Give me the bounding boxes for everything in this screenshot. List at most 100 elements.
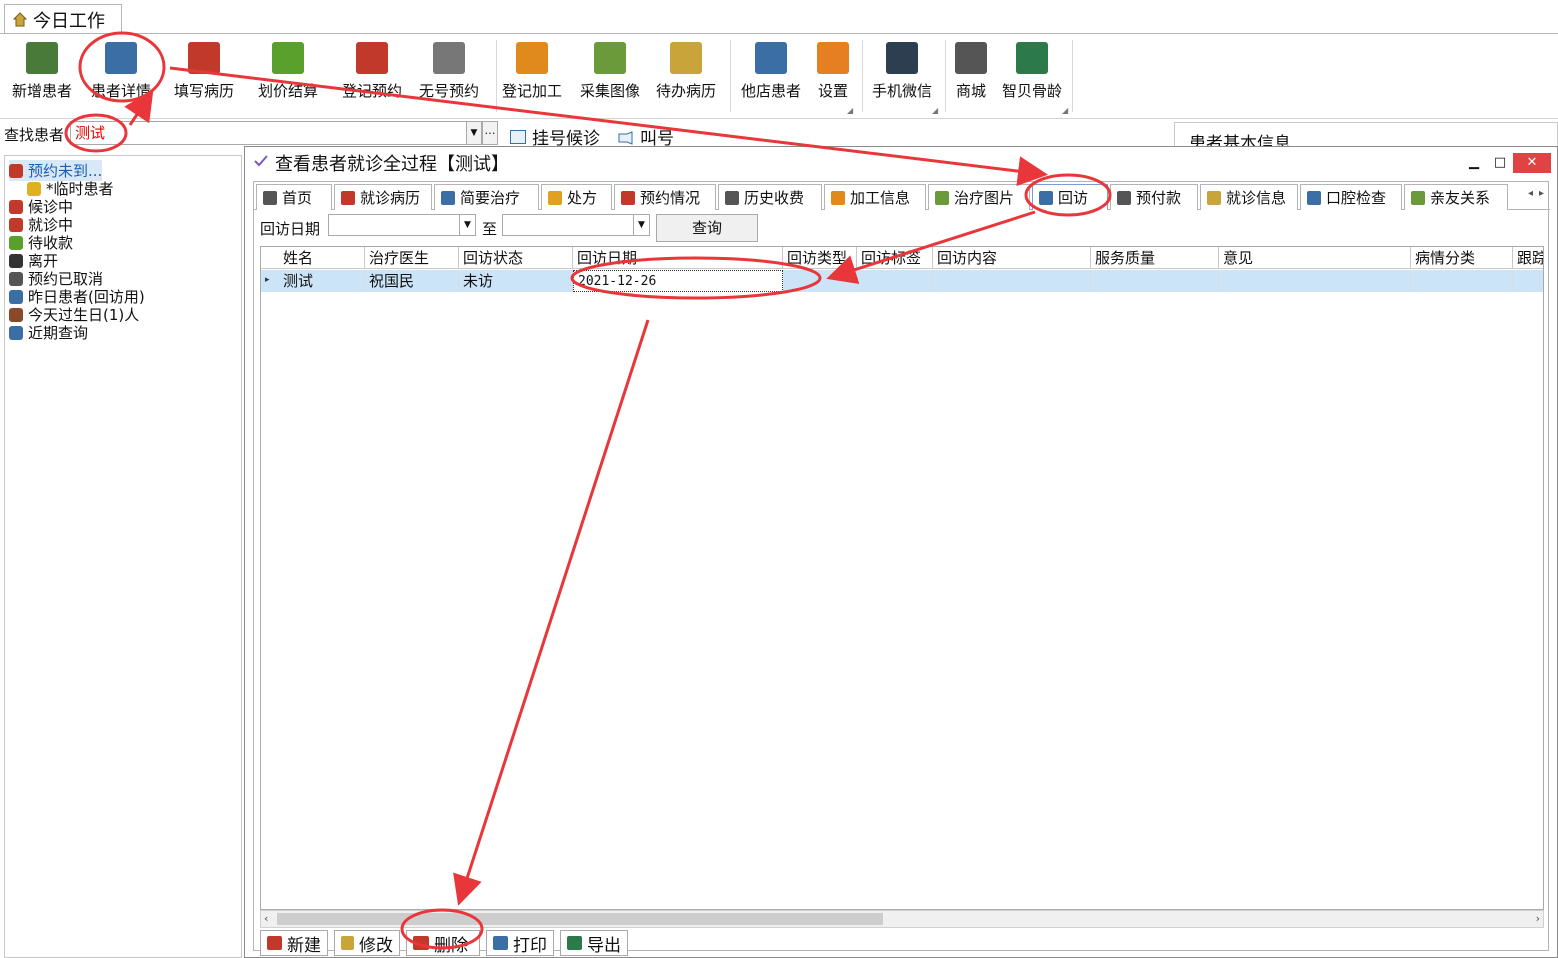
calendar-cancel-icon <box>9 271 23 286</box>
maximize-button[interactable]: □ <box>1487 153 1513 173</box>
tab-3[interactable]: 处方 <box>541 184 612 210</box>
ribbon-button-7[interactable]: 采集图像 <box>578 42 642 101</box>
chevron-down-icon[interactable]: ▼ <box>466 121 482 145</box>
in-treatment-icon <box>9 217 23 232</box>
chevron-down-icon[interactable]: ▼ <box>459 215 475 235</box>
ribbon-separator <box>945 40 946 112</box>
bottom-button-label: 打印 <box>513 935 547 956</box>
ribbon-button-1[interactable]: 患者详情 <box>88 42 154 101</box>
group-expander-icon[interactable]: ◢ <box>847 106 853 115</box>
scrollbar-thumb[interactable] <box>277 913 883 925</box>
scroll-right-icon[interactable]: › <box>1536 912 1540 925</box>
tab-label: 回访 <box>1058 189 1089 207</box>
table-cell[interactable]: 未访 <box>459 270 573 292</box>
tab-label: 历史收费 <box>744 189 805 207</box>
phone-icon <box>886 42 918 74</box>
tab-4[interactable]: 预约情况 <box>614 184 716 210</box>
table-cell[interactable] <box>783 270 857 292</box>
column-header[interactable]: 回访日期 <box>573 247 783 269</box>
table-row[interactable]: 测试 祝国民 未访 2021-12-26 <box>261 270 1543 292</box>
column-header[interactable]: 治疗医生 <box>365 247 459 269</box>
ribbon-separator <box>730 40 731 112</box>
export-icon <box>567 936 582 950</box>
tab-8[interactable]: 回访 <box>1032 184 1108 210</box>
column-header[interactable]: 回访类型 <box>783 247 857 269</box>
column-header[interactable]: 姓名 <box>279 247 365 269</box>
dialog-content: 首页 就诊病历 简要治疗 处方 预约情况 历史收费 加工信息 治疗图片 回访 预付款 就诊信息 口腔检… <box>253 181 1550 956</box>
ribbon-button-3[interactable]: 划价结算 <box>255 42 321 101</box>
temp-patient-icon <box>27 181 41 196</box>
column-header[interactable]: 回访标签 <box>857 247 933 269</box>
more-icon[interactable]: … <box>482 121 498 145</box>
table-cell[interactable]: 祝国民 <box>365 270 459 292</box>
tree-item[interactable]: 近期查询 <box>9 322 88 343</box>
close-button[interactable]: ✕ <box>1513 153 1551 173</box>
tab-9[interactable]: 预付款 <box>1110 184 1198 210</box>
column-header[interactable]: 回访状态 <box>459 247 573 269</box>
table-cell[interactable] <box>1513 270 1543 292</box>
fee-tab-icon <box>725 190 739 205</box>
ribbon-button-6[interactable]: 登记加工 <box>500 42 564 101</box>
tab-label: 亲友关系 <box>1430 189 1491 207</box>
tab-6[interactable]: 加工信息 <box>824 184 926 210</box>
table-cell[interactable] <box>857 270 933 292</box>
app-title: 今日工作 <box>33 10 105 32</box>
column-header[interactable]: 回访内容 <box>933 247 1091 269</box>
app-title-tab[interactable]: 今日工作 <box>4 4 122 34</box>
tab-11[interactable]: 口腔检查 <box>1300 184 1402 210</box>
ribbon-button-9[interactable]: 他店患者 <box>739 42 803 101</box>
query-button[interactable]: 查询 <box>656 214 758 242</box>
table-cell[interactable] <box>1411 270 1513 292</box>
column-header[interactable]: 病情分类 <box>1411 247 1513 269</box>
tab-5[interactable]: 历史收费 <box>718 184 822 210</box>
appointment-icon <box>9 163 23 178</box>
bottom-button-4[interactable]: 导出 <box>560 930 628 956</box>
scroll-left-icon[interactable]: ‹ <box>264 912 268 925</box>
tab-label: 口腔检查 <box>1326 189 1387 207</box>
ribbon-button-2[interactable]: 填写病历 <box>172 42 236 101</box>
bottom-button-2[interactable]: 删除 <box>406 930 480 956</box>
revisit-tab-icon <box>1039 190 1053 205</box>
date-from-field[interactable]: ▼ <box>328 214 476 236</box>
ribbon-button-4[interactable]: 登记预约 <box>340 42 404 101</box>
ribbon-button-0[interactable]: 新增患者 <box>10 42 74 101</box>
tab-10[interactable]: 就诊信息 <box>1200 184 1298 210</box>
tab-scroll-arrows[interactable]: ◂ ▸ <box>1528 188 1544 199</box>
minimize-button[interactable]: ▁ <box>1461 153 1487 173</box>
column-header[interactable]: 跟踪 <box>1513 247 1543 269</box>
tab-0[interactable]: 首页 <box>256 184 332 210</box>
group-expander-icon[interactable]: ◢ <box>1062 106 1068 115</box>
ribbon-separator <box>1072 40 1073 112</box>
column-header[interactable]: 服务质量 <box>1091 247 1219 269</box>
chevron-left-icon[interactable]: ◂ <box>1528 188 1533 199</box>
tab-1[interactable]: 就诊病历 <box>334 184 432 210</box>
dialog-title: 查看患者就诊全过程【测试】 <box>275 154 509 175</box>
bottom-button-1[interactable]: 修改 <box>334 930 400 956</box>
table-cell[interactable] <box>933 270 1091 292</box>
table-cell[interactable] <box>1219 270 1411 292</box>
ribbon-button-12[interactable]: 商城 <box>954 42 988 101</box>
column-header[interactable]: 意见 <box>1219 247 1411 269</box>
search-input[interactable]: 测试 <box>70 121 468 145</box>
horizontal-scrollbar[interactable]: ‹ › <box>260 910 1544 928</box>
tab-12[interactable]: 亲友关系 <box>1404 184 1508 210</box>
table-cell[interactable]: 2021-12-26 <box>573 270 783 292</box>
bottom-button-0[interactable]: 新建 <box>260 930 328 956</box>
table-cell[interactable] <box>1091 270 1219 292</box>
tab-label: 就诊病历 <box>360 189 421 207</box>
tab-7[interactable]: 治疗图片 <box>928 184 1030 210</box>
ribbon-button-10[interactable]: 设置 <box>816 42 850 101</box>
ribbon-button-13[interactable]: 智贝骨龄 <box>999 42 1065 101</box>
chevron-down-icon[interactable]: ▼ <box>633 215 649 235</box>
tab-label: 就诊信息 <box>1226 189 1287 207</box>
table-cell[interactable]: 测试 <box>279 270 365 292</box>
tab-2[interactable]: 简要治疗 <box>434 184 539 210</box>
bottom-button-label: 删除 <box>434 935 468 956</box>
ribbon-button-5[interactable]: 无号预约 <box>417 42 481 101</box>
ribbon-button-8[interactable]: 待办病历 <box>654 42 718 101</box>
group-expander-icon[interactable]: ◢ <box>932 106 938 115</box>
date-to-field[interactable]: ▼ <box>502 214 650 236</box>
bottom-button-3[interactable]: 打印 <box>486 930 554 956</box>
chevron-right-icon[interactable]: ▸ <box>1539 188 1544 199</box>
ribbon-button-11[interactable]: 手机微信 <box>870 42 934 101</box>
